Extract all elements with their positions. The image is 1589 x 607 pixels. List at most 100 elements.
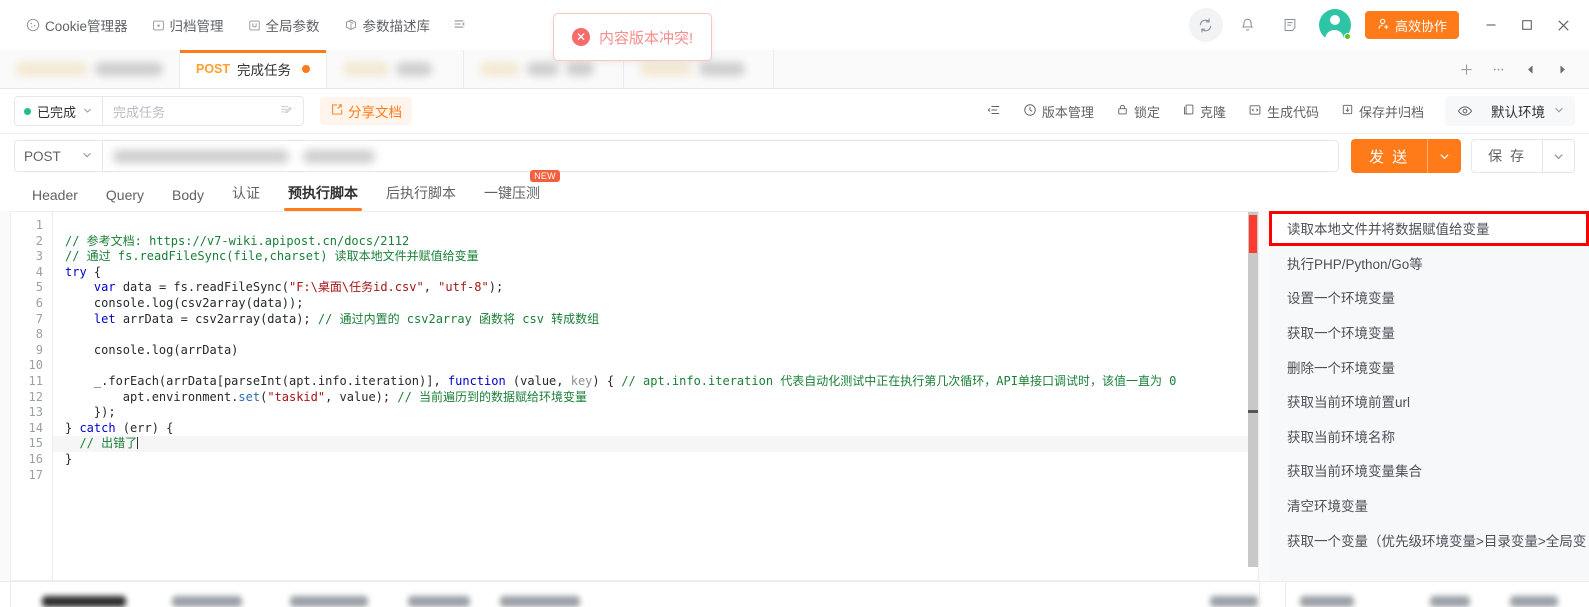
save-button[interactable]: 保 存 <box>1471 139 1575 173</box>
apipost-window: Cookie管理器 归档管理 全局参数 参数描述库 高效协作 ✕ 内容版本冲突!… <box>0 0 1589 607</box>
maximize-button[interactable] <box>1509 7 1545 43</box>
snippet-item[interactable]: 获取当前环境变量集合 <box>1269 453 1589 488</box>
close-button[interactable] <box>1545 7 1581 43</box>
snippet-item[interactable]: 获取一个变量（优先级环境变量>目录变量>全局变 <box>1269 522 1589 557</box>
bell-icon[interactable] <box>1231 8 1265 42</box>
bottom-blurred-item-2[interactable] <box>172 596 242 607</box>
document-name-input[interactable]: 完成任务 <box>103 97 303 125</box>
minimize-button[interactable] <box>1473 7 1509 43</box>
menu-cookie-manager[interactable]: Cookie管理器 <box>14 11 140 39</box>
prev-tab-button[interactable] <box>1515 54 1545 84</box>
bottom-blurred-item-7[interactable] <box>1300 596 1354 607</box>
editor-scrollbar-thumb[interactable] <box>1248 212 1258 567</box>
tab-stress-test[interactable]: 一键压测 NEW <box>470 170 560 211</box>
editor-code-line[interactable]: console.log(arrData) <box>65 343 1258 359</box>
snippet-item[interactable]: 执行PHP/Python/Go等 <box>1269 246 1589 281</box>
environment-selector[interactable]: 默认环境 <box>1445 96 1575 126</box>
editor-code-line[interactable] <box>65 468 1258 484</box>
panel-collapse-button[interactable] <box>976 96 1012 126</box>
send-dropdown-chevron-down-icon[interactable] <box>1427 139 1461 173</box>
editor-code-line[interactable]: try { <box>65 265 1258 281</box>
bottom-blurred-item-1[interactable] <box>42 596 126 607</box>
save-archive-button[interactable]: 保存并归档 <box>1330 96 1435 126</box>
editor-code-line[interactable] <box>65 218 1258 234</box>
lock-button[interactable]: 锁定 <box>1105 96 1171 126</box>
editor-code-line[interactable]: // 通过 fs.readFileSync(file,charset) 读取本地… <box>65 249 1258 265</box>
snippet-panel[interactable]: 读取本地文件并将数据赋值给变量执行PHP/Python/Go等设置一个环境变量获… <box>1269 211 1589 581</box>
code-token: // 通过内置的 csv2array 函数将 csv 转成数组 <box>317 311 600 326</box>
tab-blurred-1[interactable] <box>0 50 180 88</box>
http-method-select[interactable]: POST <box>14 140 102 172</box>
script-editor[interactable]: 1 2 3 4 5 6 7 8 9 10 11 12 13 14 15 16 17 // 参考文档: https… <box>10 211 1259 581</box>
save-dropdown-chevron-down-icon[interactable] <box>1542 140 1574 172</box>
tab-body[interactable]: Body <box>158 187 218 211</box>
snippet-item-label: 删除一个环境变量 <box>1287 360 1395 376</box>
tab-post-script[interactable]: 后执行脚本 <box>372 183 470 211</box>
snippet-item[interactable]: 获取一个环境变量 <box>1269 315 1589 350</box>
editor-code-line[interactable]: console.log(csv2array(data)); <box>65 296 1258 312</box>
editor-code-line[interactable]: // 出错了 <box>53 436 1258 452</box>
snippet-item-label: 执行PHP/Python/Go等 <box>1287 256 1423 272</box>
status-dot <box>24 107 31 115</box>
snippet-item[interactable]: 获取当前环境前置url <box>1269 384 1589 419</box>
menu-param-library[interactable]: 参数描述库 <box>332 11 443 39</box>
editor-code-line[interactable]: _.forEach(arrData[parseInt(apt.info.iter… <box>65 374 1258 390</box>
menu-archive[interactable]: 归档管理 <box>140 11 236 39</box>
menu-collapse-toggle[interactable] <box>442 13 476 38</box>
eye-icon[interactable] <box>1445 103 1485 119</box>
editor-code-area[interactable]: // 参考文档: https://v7-wiki.apipost.cn/docs… <box>53 212 1258 580</box>
bottom-blurred-item-5[interactable] <box>500 596 580 607</box>
note-icon[interactable] <box>1273 8 1307 42</box>
tab-query[interactable]: Query <box>92 187 158 211</box>
editor-line-number: 7 <box>35 311 43 326</box>
snippet-item[interactable]: 删除一个环境变量 <box>1269 349 1589 384</box>
bottom-blurred-item-6[interactable] <box>1210 596 1258 607</box>
share-document-button[interactable]: 分享文档 <box>320 97 413 125</box>
editor-code-line[interactable]: var data = fs.readFileSync("F:\桌面\任务id.c… <box>65 280 1258 296</box>
snippet-item[interactable]: 获取当前环境名称 <box>1269 419 1589 454</box>
editor-code-line[interactable]: apt.environment.set("taskid", value); //… <box>65 390 1258 406</box>
request-url-input[interactable] <box>102 140 1339 172</box>
edit-note-icon[interactable] <box>279 103 293 120</box>
bottom-blurred-item-4[interactable] <box>408 596 470 607</box>
snippet-item[interactable]: 读取本地文件并将数据赋值给变量 <box>1269 211 1589 246</box>
clone-label: 克隆 <box>1199 104 1226 120</box>
code-token: catch <box>79 420 116 435</box>
tab-auth[interactable]: 认证 <box>218 183 274 211</box>
editor-scrollbar[interactable] <box>1248 212 1258 580</box>
editor-code-line[interactable]: } catch (err) { <box>65 421 1258 437</box>
editor-code-line[interactable]: }); <box>65 405 1258 421</box>
collaboration-button[interactable]: 高效协作 <box>1364 11 1459 39</box>
snippet-item[interactable]: 设置一个环境变量 <box>1269 280 1589 315</box>
chevron-down-icon <box>81 149 93 164</box>
send-button[interactable]: 发 送 <box>1350 139 1462 173</box>
avatar[interactable] <box>1318 9 1351 41</box>
menu-global-params[interactable]: 全局参数 <box>236 11 332 39</box>
bottom-blurred-item-9[interactable] <box>1510 596 1558 607</box>
clone-button[interactable]: 克隆 <box>1171 96 1237 126</box>
tab-pre-script[interactable]: 预执行脚本 <box>274 183 372 211</box>
bottom-blurred-item-3[interactable] <box>290 596 368 607</box>
tab-blurred-2[interactable] <box>327 50 464 88</box>
editor-code-line[interactable] <box>65 358 1258 374</box>
global-params-icon <box>248 19 261 32</box>
generate-code-button[interactable]: 生成代码 <box>1237 96 1330 126</box>
environment-name[interactable]: 默认环境 <box>1485 101 1575 121</box>
snippet-item-label: 清空环境变量 <box>1287 499 1368 515</box>
editor-code-line[interactable]: } <box>65 452 1258 468</box>
snippet-item[interactable]: 清空环境变量 <box>1269 488 1589 523</box>
add-tab-button[interactable] <box>1451 54 1481 84</box>
editor-code-line[interactable]: // 参考文档: https://v7-wiki.apipost.cn/docs… <box>65 234 1258 250</box>
bottom-blurred-item-8[interactable] <box>1430 596 1470 607</box>
version-management-button[interactable]: 版本管理 <box>1012 96 1105 126</box>
editor-code-line[interactable] <box>65 327 1258 343</box>
tab-active-post-task[interactable]: POST 完成任务 <box>180 50 327 88</box>
tab-header[interactable]: Header <box>18 187 92 211</box>
status-dropdown[interactable]: 已完成 <box>15 97 104 125</box>
menu-param-library-label: 参数描述库 <box>362 19 431 34</box>
sync-icon[interactable] <box>1188 8 1223 42</box>
editor-code-line[interactable]: let arrData = csv2array(data); // 通过内置的 … <box>65 312 1258 328</box>
send-button-label: 发 送 <box>1368 148 1410 166</box>
more-tabs-button[interactable] <box>1483 54 1513 84</box>
next-tab-button[interactable] <box>1547 54 1577 84</box>
